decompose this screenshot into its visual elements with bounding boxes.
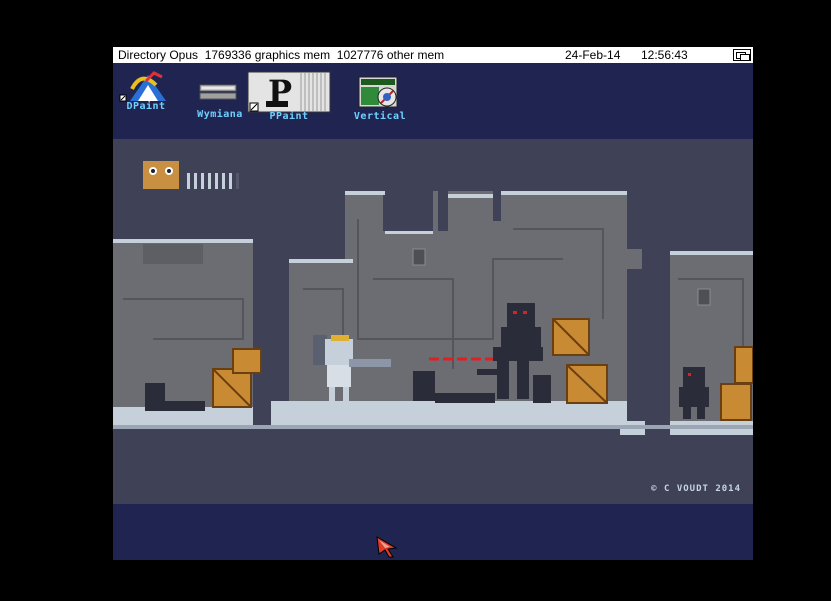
game-scene: [113, 161, 753, 444]
hud-health: [143, 161, 179, 189]
vertical-icon: [358, 76, 398, 108]
desktop-icon-dpaint[interactable]: DPaint: [116, 71, 176, 115]
drive-icon: [199, 84, 237, 100]
health-pips: [187, 173, 239, 189]
mouse-pointer-icon: [376, 536, 398, 558]
title-date: 24-Feb-14: [565, 48, 621, 62]
desktop-icon-label: DPaint: [126, 101, 166, 112]
workbench-screen: Directory Opus 1769336 graphics mem 1027…: [113, 47, 753, 560]
desktop-icon-label: Vertical: [353, 111, 407, 122]
ppaint-icon: P: [247, 71, 331, 113]
screen-titlebar[interactable]: Directory Opus 1769336 graphics mem 1027…: [113, 47, 753, 63]
game-viewport[interactable]: © C VOUDT 2014: [113, 139, 753, 504]
desktop-icon-vertical[interactable]: Vertical: [345, 75, 415, 123]
dpaint-icon: [119, 71, 166, 102]
desktop-icon-label: PPaint: [269, 111, 309, 122]
copyright-text: © C VOUDT 2014: [651, 484, 741, 494]
desktop-icon-wymiana[interactable]: Wymiana: [190, 77, 250, 123]
title-app-memory: Directory Opus 1769336 graphics mem 1027…: [118, 48, 445, 62]
desktop-icon-ppaint[interactable]: P PPaint: [246, 71, 332, 122]
depth-gadget-icon[interactable]: [733, 49, 751, 61]
title-time: 12:56:43: [641, 48, 688, 62]
desktop-icon-label: Wymiana: [197, 109, 243, 120]
